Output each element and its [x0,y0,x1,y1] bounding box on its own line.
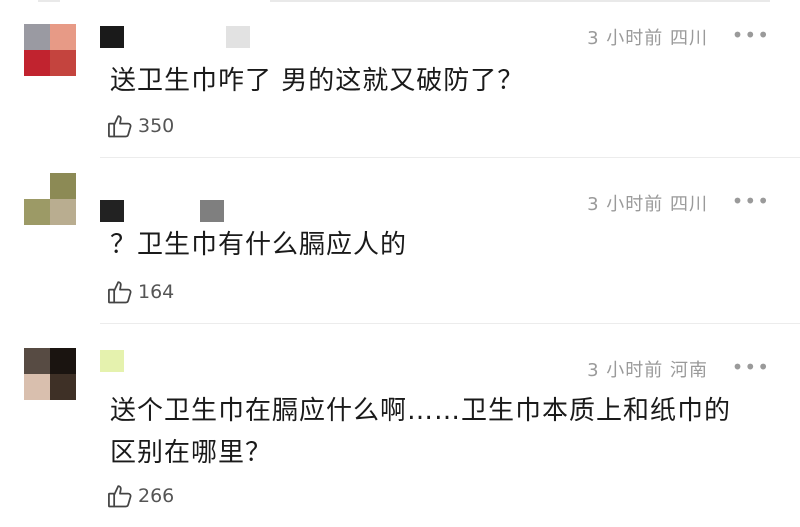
more-options-icon[interactable]: ••• [732,355,770,379]
avatar-tile [24,199,50,225]
comment-meta: 3 小时前 河南 [587,356,708,382]
like-count: 164 [138,281,175,303]
like-button[interactable]: 266 [106,482,174,510]
comment-divider [100,157,800,158]
avatar-tile [24,24,50,50]
comment-time: 3 小时前 [587,360,664,381]
more-options-icon[interactable]: ••• [732,23,770,47]
comment-location: 四川 [670,194,708,215]
avatar-tile [24,50,50,76]
previous-comment-divider [0,0,800,4]
avatar-tile [50,173,76,199]
avatar[interactable] [24,348,76,400]
avatar-tile [50,199,76,225]
comment-divider [100,323,800,324]
nickname[interactable] [100,26,260,48]
comment-meta: 3 小时前 四川 [587,190,708,216]
like-button[interactable]: 350 [106,112,174,140]
comment-location: 河南 [670,360,708,381]
avatar-tile [50,50,76,76]
thumbs-up-icon [108,485,132,508]
thumbs-up-icon [108,115,132,138]
comment-text: 送个卫生巾在膈应什么啊……卫生巾本质上和纸巾的 区别在哪里？ [110,396,732,468]
avatar[interactable] [24,173,76,225]
avatar-tile [24,374,50,400]
like-button[interactable]: 164 [106,278,174,306]
comment-text: ？卫生巾有什么膈应人的 [110,230,408,260]
nickname[interactable] [100,350,130,372]
comment-meta: 3 小时前 四川 [587,24,708,50]
avatar-tile [50,348,76,374]
comment-text: 送卫生巾咋了 男的这就又破防了？ [110,66,525,96]
like-count: 266 [138,485,175,507]
comment-time: 3 小时前 [587,28,664,49]
avatar[interactable] [24,24,76,76]
avatar-tile [24,348,50,374]
avatar-tile [50,374,76,400]
avatar-tile [24,173,50,199]
thumbs-up-icon [108,281,132,304]
nickname[interactable] [100,200,240,222]
avatar-tile [50,24,76,50]
comment-location: 四川 [670,28,708,49]
comment-time: 3 小时前 [587,194,664,215]
more-options-icon[interactable]: ••• [732,189,770,213]
like-count: 350 [138,115,175,137]
